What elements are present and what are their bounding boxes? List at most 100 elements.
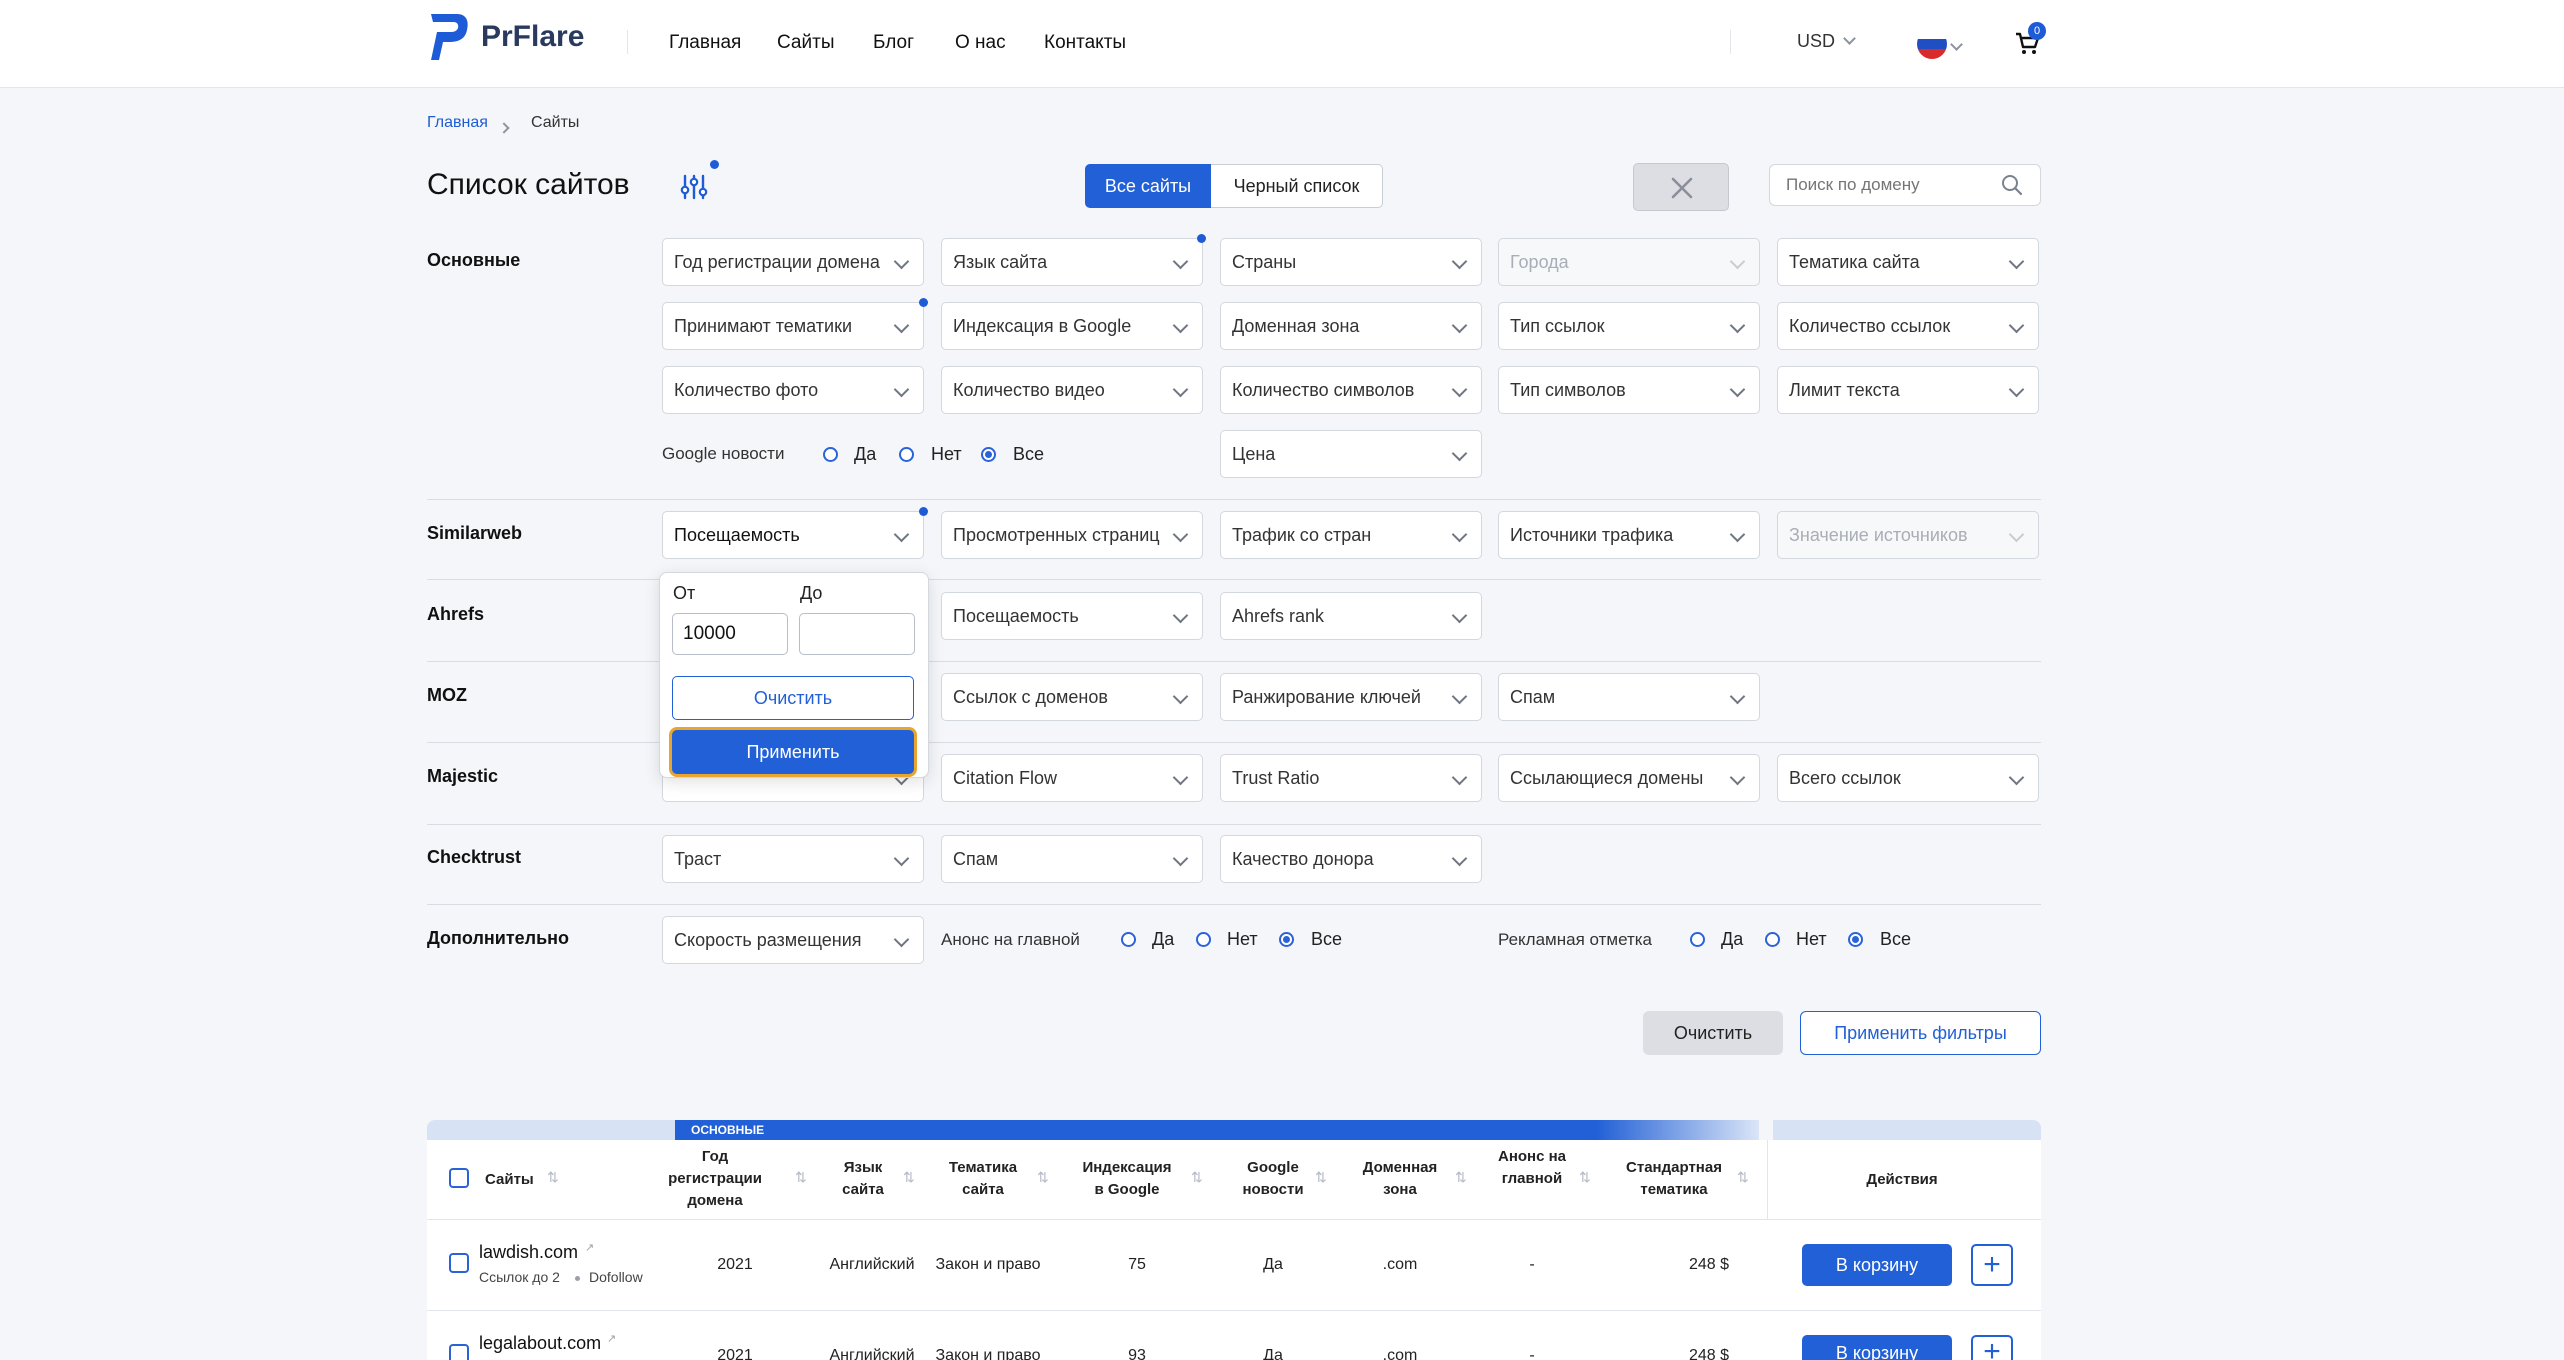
- range-to-input[interactable]: [799, 613, 915, 655]
- external-link-icon[interactable]: ↗: [607, 1332, 616, 1345]
- filter-price[interactable]: Цена: [1220, 430, 1482, 478]
- filter-checktrust-trust[interactable]: Траст: [662, 835, 924, 883]
- reset-filters-button[interactable]: [1633, 163, 1729, 211]
- sort-icon[interactable]: ⇅: [795, 1169, 807, 1186]
- sort-icon[interactable]: ⇅: [903, 1169, 915, 1186]
- ad-mark-label: Рекламная отметка: [1498, 930, 1653, 949]
- google-news-all-radio[interactable]: [981, 447, 996, 462]
- language-flag-icon[interactable]: [1917, 29, 1947, 59]
- sort-icon[interactable]: ⇅: [1315, 1169, 1327, 1186]
- google-news-no-radio[interactable]: [899, 447, 914, 462]
- nav-blog[interactable]: Блог: [873, 32, 914, 54]
- filter-settings-icon[interactable]: [677, 170, 711, 204]
- breadcrumb-home[interactable]: Главная: [427, 114, 488, 132]
- external-link-icon[interactable]: ↗: [585, 1241, 594, 1254]
- filter-char-count[interactable]: Количество символов: [1220, 366, 1482, 414]
- sort-icon[interactable]: ⇅: [1737, 1169, 1749, 1186]
- google-news-yes-radio[interactable]: [823, 447, 838, 462]
- currency-select[interactable]: USD: [1797, 31, 1856, 52]
- filter-accepted-topics[interactable]: Принимают тематики: [662, 302, 924, 350]
- nav-contacts[interactable]: Контакты: [1044, 32, 1126, 54]
- filter-moz-spam[interactable]: Спам: [1498, 673, 1760, 721]
- filter-ahrefs-traffic[interactable]: Посещаемость: [941, 592, 1203, 640]
- filter-sw-country-traffic[interactable]: Трафик со стран: [1220, 511, 1482, 559]
- filter-domain-zone[interactable]: Доменная зона: [1220, 302, 1482, 350]
- row-checkbox[interactable]: [449, 1253, 469, 1273]
- site-link[interactable]: lawdish.com: [479, 1242, 578, 1263]
- plus-icon[interactable]: +: [1971, 1244, 2013, 1286]
- col-header-topic[interactable]: Тематика сайта: [943, 1157, 1023, 1201]
- filter-char-type[interactable]: Тип символов: [1498, 366, 1760, 414]
- filter-link-type[interactable]: Тип ссылок: [1498, 302, 1760, 350]
- site-link[interactable]: legalabout.com: [479, 1333, 601, 1354]
- plus-icon[interactable]: +: [1971, 1335, 2013, 1360]
- col-header-domain-zone[interactable]: Доменная зона: [1355, 1157, 1445, 1201]
- col-header-language[interactable]: Язык сайта: [835, 1157, 891, 1201]
- filter-ahrefs-rank[interactable]: Ahrefs rank: [1220, 592, 1482, 640]
- announce-all-radio[interactable]: [1279, 932, 1294, 947]
- col-header-sites[interactable]: Сайты: [485, 1169, 534, 1191]
- cell-domain-zone: .com: [1382, 1256, 1418, 1273]
- nav-home[interactable]: Главная: [669, 32, 741, 54]
- filter-majestic-total-links[interactable]: Всего ссылок: [1777, 754, 2039, 802]
- section-label-extra: Дополнительно: [427, 928, 570, 948]
- sort-icon[interactable]: ⇅: [1037, 1169, 1049, 1186]
- sort-icon[interactable]: ⇅: [1455, 1169, 1467, 1186]
- add-to-cart-button[interactable]: В корзину: [1802, 1244, 1952, 1286]
- popup-clear-button[interactable]: Очистить: [672, 676, 914, 720]
- sort-icon[interactable]: ⇅: [1579, 1169, 1591, 1186]
- ad-mark-no-radio[interactable]: [1765, 932, 1780, 947]
- filter-sw-traffic-sources[interactable]: Источники трафика: [1498, 511, 1760, 559]
- currency-label: USD: [1797, 31, 1836, 51]
- sort-icon[interactable]: ⇅: [1191, 1169, 1203, 1186]
- cell-topic: Закон и право: [935, 1347, 1041, 1360]
- chevron-down-icon[interactable]: [1950, 38, 1963, 51]
- radio-label: Да: [1152, 929, 1175, 949]
- filter-placement-speed[interactable]: Скорость размещения: [662, 916, 924, 964]
- filter-domain-year[interactable]: Год регистрации домена: [662, 238, 924, 286]
- filter-video-count[interactable]: Количество видео: [941, 366, 1203, 414]
- search-icon[interactable]: [2000, 173, 2024, 197]
- filter-majestic-trust-ratio[interactable]: Trust Ratio: [1220, 754, 1482, 802]
- filter-link-count[interactable]: Количество ссылок: [1777, 302, 2039, 350]
- filter-checktrust-donor-quality[interactable]: Качество донора: [1220, 835, 1482, 883]
- ad-mark-yes-radio[interactable]: [1690, 932, 1705, 947]
- filter-countries[interactable]: Страны: [1220, 238, 1482, 286]
- col-header-google-news[interactable]: Google новости: [1237, 1157, 1309, 1201]
- radio-label: Все: [1013, 444, 1045, 464]
- col-header-google-index[interactable]: Индексация в Google: [1077, 1157, 1177, 1201]
- logo-icon[interactable]: [427, 10, 471, 64]
- filter-sw-traffic[interactable]: Посещаемость: [662, 511, 924, 559]
- filter-moz-keyword-ranking[interactable]: Ранжирование ключей: [1220, 673, 1482, 721]
- announce-no-radio[interactable]: [1196, 932, 1211, 947]
- col-header-homepage-announce[interactable]: Анонс на главной: [1497, 1146, 1567, 1190]
- filter-sw-pages-viewed[interactable]: Просмотренных страниц: [941, 511, 1203, 559]
- filter-text-limit[interactable]: Лимит текста: [1777, 366, 2039, 414]
- tab-all-sites[interactable]: Все сайты: [1085, 164, 1211, 208]
- col-header-year[interactable]: Год регистрации домена: [665, 1146, 765, 1212]
- filter-photo-count[interactable]: Количество фото: [662, 366, 924, 414]
- add-to-cart-button[interactable]: В корзину: [1802, 1335, 1952, 1360]
- filter-checktrust-spam[interactable]: Спам: [941, 835, 1203, 883]
- logo-text[interactable]: PrFlare: [481, 20, 584, 54]
- nav-about[interactable]: О нас: [955, 32, 1006, 54]
- col-header-standard-topic[interactable]: Стандартная тематика: [1619, 1157, 1729, 1201]
- sort-icon[interactable]: ⇅: [547, 1169, 559, 1186]
- select-all-checkbox[interactable]: [449, 1168, 469, 1188]
- announce-yes-radio[interactable]: [1121, 932, 1136, 947]
- filter-majestic-referring-domains[interactable]: Ссылающиеся домены: [1498, 754, 1760, 802]
- filter-moz-linking-domains[interactable]: Ссылок с доменов: [941, 673, 1203, 721]
- popup-apply-button[interactable]: Применить: [672, 730, 914, 774]
- filter-site-topic[interactable]: Тематика сайта: [1777, 238, 2039, 286]
- filter-site-language[interactable]: Язык сайта: [941, 238, 1203, 286]
- nav-sites[interactable]: Сайты: [777, 32, 834, 54]
- clear-filters-button[interactable]: Очистить: [1643, 1011, 1783, 1055]
- cell-price: 248 $: [1688, 1256, 1729, 1273]
- ad-mark-all-radio[interactable]: [1848, 932, 1863, 947]
- apply-filters-button[interactable]: Применить фильтры: [1800, 1011, 2041, 1055]
- row-checkbox[interactable]: [449, 1344, 469, 1360]
- range-from-input[interactable]: [672, 613, 788, 655]
- tab-blacklist[interactable]: Черный список: [1211, 164, 1383, 208]
- filter-majestic-citation-flow[interactable]: Citation Flow: [941, 754, 1203, 802]
- filter-google-index[interactable]: Индексация в Google: [941, 302, 1203, 350]
